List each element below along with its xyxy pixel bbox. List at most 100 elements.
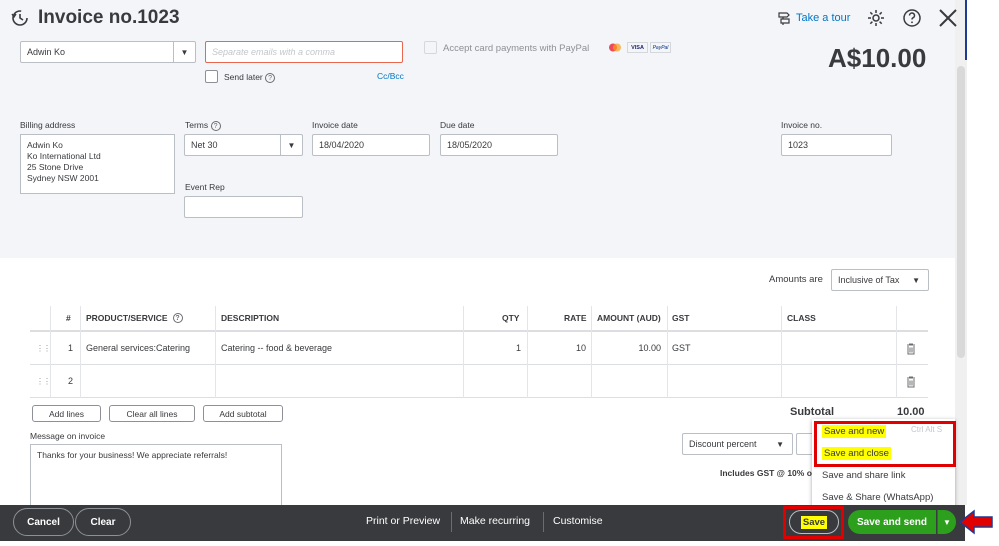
help-icon[interactable] <box>902 8 922 28</box>
amounts-are-label: Amounts are <box>769 274 823 285</box>
scrollbar-thumb[interactable] <box>957 66 965 358</box>
amounts-are-select[interactable]: Inclusive of Tax ▼ <box>831 269 929 291</box>
event-rep-label: Event Rep <box>185 182 225 192</box>
subtotal-value: 10.00 <box>897 406 925 418</box>
help-icon[interactable]: ? <box>265 73 276 83</box>
cc-bcc-link[interactable]: Cc/Bcc <box>377 71 404 81</box>
take-tour-label: Take a tour <box>796 12 851 24</box>
customer-name: Adwin Ko <box>27 47 66 57</box>
save-and-send-button[interactable]: Save and send <box>848 510 936 534</box>
discount-type-select[interactable]: Discount percent ▼ <box>682 433 793 455</box>
window-edge <box>965 0 967 60</box>
close-icon[interactable] <box>938 8 958 28</box>
paypal-badge: PayPal <box>650 42 671 53</box>
customer-select[interactable]: Adwin Ko ▼ <box>20 41 196 63</box>
invoice-no-field[interactable]: 1023 <box>781 134 892 156</box>
trash-icon[interactable] <box>906 343 916 355</box>
settings-gear-icon[interactable] <box>866 8 886 28</box>
invoice-no-value: 1023 <box>788 140 809 150</box>
column-divider <box>50 306 51 398</box>
terms-select[interactable]: Net 30 ▼ <box>184 134 303 156</box>
terms-value: Net 30 <box>191 140 218 150</box>
help-icon[interactable]: ? <box>210 121 221 131</box>
print-preview-link[interactable]: Print or Preview <box>366 515 440 527</box>
trash-icon[interactable] <box>906 376 916 388</box>
column-divider <box>463 306 464 398</box>
description-cell[interactable]: Catering -- food & beverage <box>221 332 332 364</box>
billing-line: Sydney NSW 2001 <box>27 173 99 183</box>
discount-type-value: Discount percent <box>689 439 757 449</box>
column-header: QTY <box>502 313 520 323</box>
chevron-down-icon[interactable]: ▼ <box>776 440 784 449</box>
help-icon[interactable]: ? <box>172 313 183 323</box>
table-row[interactable]: ⋮⋮ 1 General services:Catering Catering … <box>30 332 928 365</box>
invoice-date-label: Invoice date <box>312 120 358 130</box>
billing-address-label: Billing address <box>20 120 76 130</box>
signpost-icon <box>778 12 790 25</box>
send-later-checkbox[interactable] <box>205 70 218 83</box>
subtotal-label: Subtotal <box>790 406 834 418</box>
column-divider <box>215 306 216 398</box>
event-rep-field[interactable] <box>184 196 303 218</box>
visa-badge: VISA <box>627 42 648 53</box>
billing-line: Ko International Ltd <box>27 151 101 161</box>
make-recurring-link[interactable]: Make recurring <box>460 515 530 527</box>
qty-cell[interactable]: 1 <box>506 332 521 364</box>
annotation-highlight-box <box>814 421 956 467</box>
message-textarea[interactable]: Thanks for your business! We appreciate … <box>30 444 282 506</box>
take-tour-link[interactable]: Take a tour <box>776 10 850 26</box>
balance-due-amount: A$10.00 <box>828 43 927 73</box>
recent-history-icon[interactable] <box>10 8 30 28</box>
drag-handle-icon[interactable]: ⋮⋮ <box>36 365 51 397</box>
add-subtotal-button[interactable]: Add subtotal <box>203 405 283 422</box>
chevron-down-icon[interactable]: ▼ <box>912 276 920 285</box>
column-divider <box>591 306 592 398</box>
paypal-checkbox[interactable] <box>424 41 437 54</box>
gst-note: Includes GST @ 10% o <box>720 468 812 478</box>
due-date-field[interactable]: 18/05/2020 <box>440 134 558 156</box>
menu-item-save-share-whatsapp[interactable]: Save & Share (WhatsApp) <box>822 492 933 503</box>
add-lines-button[interactable]: Add lines <box>32 405 101 422</box>
billing-address-field[interactable]: Adwin Ko Ko International Ltd 25 Stone D… <box>20 134 175 194</box>
product-cell[interactable]: General services:Catering <box>86 332 190 364</box>
clear-button[interactable]: Clear <box>75 508 131 536</box>
column-divider <box>527 306 528 398</box>
table-header-row: # PRODUCT/SERVICE ? DESCRIPTION QTY RATE… <box>30 306 928 332</box>
annotation-arrow-icon <box>958 509 993 535</box>
gst-cell[interactable]: GST <box>672 332 691 364</box>
column-header: GST <box>672 313 690 323</box>
column-header: DESCRIPTION <box>221 313 280 323</box>
terms-label-text: Terms <box>185 120 209 130</box>
mastercard-icon <box>609 43 621 52</box>
column-header: CLASS <box>787 313 816 323</box>
due-date-label: Due date <box>440 120 475 130</box>
drag-handle-icon[interactable]: ⋮⋮ <box>36 332 51 364</box>
column-header: PRODUCT/SERVICE <box>86 313 168 323</box>
rate-cell[interactable]: 10 <box>560 332 586 364</box>
invoice-date-field[interactable]: 18/04/2020 <box>312 134 430 156</box>
column-header: RATE <box>564 313 587 323</box>
footer-divider <box>451 512 452 532</box>
message-text: Thanks for your business! We appreciate … <box>37 450 228 460</box>
table-row[interactable]: ⋮⋮ 2 <box>30 365 928 398</box>
menu-item-save-and-share-link[interactable]: Save and share link <box>822 470 905 481</box>
email-placeholder: Separate emails with a comma <box>212 47 336 57</box>
cancel-button[interactable]: Cancel <box>13 508 74 536</box>
column-divider <box>896 306 897 398</box>
column-header: # <box>66 313 71 323</box>
row-number: 2 <box>68 376 74 386</box>
chevron-down-icon[interactable]: ▼ <box>280 135 302 155</box>
amount-cell[interactable]: 10.00 <box>610 332 661 364</box>
send-later-label: Send later ? <box>224 72 276 83</box>
annotation-highlight-box <box>783 506 844 539</box>
clear-all-lines-button[interactable]: Clear all lines <box>109 405 195 422</box>
footer-divider <box>543 512 544 532</box>
customise-link[interactable]: Customise <box>553 515 603 527</box>
column-divider <box>667 306 668 398</box>
email-input[interactable]: Separate emails with a comma <box>205 41 403 63</box>
invoice-no-label: Invoice no. <box>781 120 823 130</box>
chevron-down-icon[interactable]: ▼ <box>173 42 195 62</box>
terms-label: Terms ? <box>185 120 221 131</box>
column-divider <box>80 306 81 398</box>
page-title: Invoice no.1023 <box>38 7 180 28</box>
